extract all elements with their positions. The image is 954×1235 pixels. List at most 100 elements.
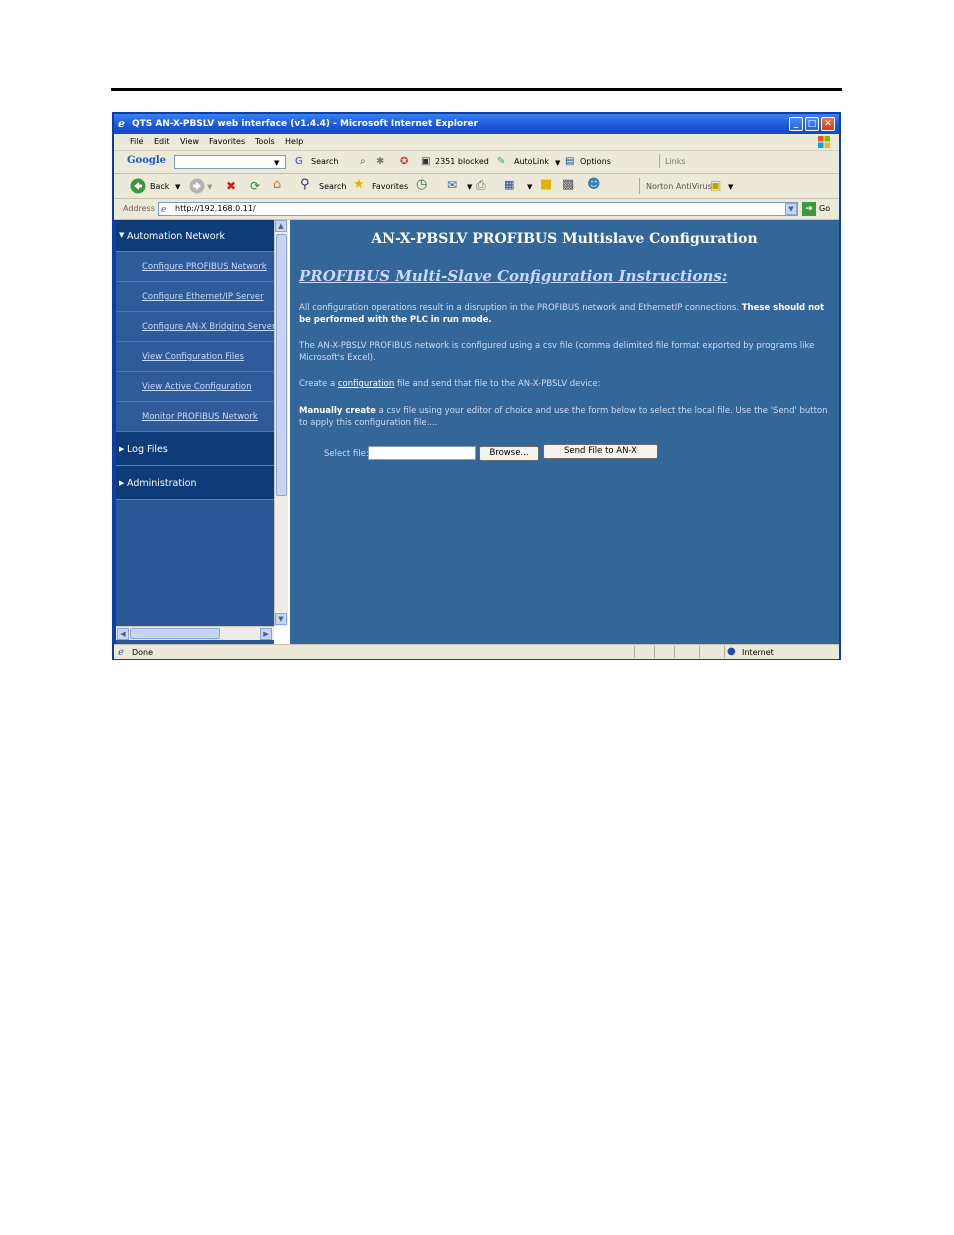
title-bar[interactable]: ℯ QTS AN-X-PBSLV web interface (v1.4.4) … [114,114,839,134]
menu-file[interactable]: File [130,137,143,146]
menu-favorites[interactable]: Favorites [209,137,245,146]
blocked-count[interactable]: 2351 blocked [435,157,489,166]
popup-blocker-icon: ✪ [400,156,409,167]
configuration-link[interactable]: configuration [338,379,394,389]
google-logo[interactable]: Google [127,155,166,166]
mail-icon[interactable]: ✉ [447,178,457,192]
close-button[interactable]: ✕ [821,117,835,131]
status-separator [699,646,700,658]
chevron-down-icon[interactable]: ▼ [527,180,532,194]
sidebar-item-configure-ethernetip[interactable]: Configure Ethernet/IP Server [116,282,274,312]
paragraph-warning: All configuration operations result in a… [299,302,833,326]
google-search-button[interactable]: Search [311,157,338,166]
scroll-left-icon[interactable]: ◀ [117,628,129,640]
norton-icon[interactable]: ▣ [710,178,721,192]
sidebar-item-label[interactable]: Monitor PROFIBUS Network [142,412,274,422]
sidebar-vertical-scrollbar[interactable]: ▲ ▼ [274,220,288,626]
messenger-icon[interactable]: ☻ [587,178,601,192]
sidebar-item-configure-bridging[interactable]: Configure AN-X Bridging Server [116,312,274,342]
page-icon: ℯ [118,647,124,658]
page-title: AN-X-PBSLV PROFIBUS Multislave Configura… [371,231,758,247]
window-title: QTS AN-X-PBSLV web interface (v1.4.4) - … [132,119,479,129]
sidebar-horizontal-scrollbar[interactable]: ◀ ▶ [116,626,274,640]
sidebar-item-label[interactable]: Configure AN-X Bridging Server [142,322,274,332]
print-icon[interactable]: ⎙ [476,178,486,192]
options-icon: ▤ [565,156,575,167]
triangle-down-icon: ▼ [119,231,125,239]
windows-logo-icon [818,136,830,148]
menu-tools[interactable]: Tools [255,137,275,146]
file-path-input[interactable] [368,446,476,460]
sidebar-item-label[interactable]: View Configuration Files [142,352,274,362]
manual-text: a csv file using your editor of choice a… [299,406,828,428]
scroll-right-icon[interactable]: ▶ [260,628,272,640]
triangle-right-icon: ▶ [119,479,125,487]
instructions-heading[interactable]: PROFIBUS Multi-Slave Configuration Instr… [299,267,727,285]
google-g-icon: G [295,156,303,167]
note-icon[interactable]: ■ [540,178,552,192]
back-button[interactable]: Back [150,182,169,191]
select-file-label: Select file: [324,449,369,459]
chevron-down-icon[interactable]: ▼ [728,180,733,194]
sidebar: ▼ Automation Network Configure PROFIBUS … [116,220,274,644]
sidebar-item-label[interactable]: View Active Configuration [142,382,274,392]
go-button[interactable]: Go [819,204,830,213]
menu-help[interactable]: Help [285,137,303,146]
forward-arrow-icon[interactable] [189,178,205,194]
sidebar-item-configure-profibus[interactable]: Configure PROFIBUS Network [116,252,274,282]
history-icon[interactable]: ◷ [416,178,427,192]
address-dropdown-chevron-icon[interactable]: ▼ [785,203,797,215]
chevron-down-icon[interactable]: ▼ [555,156,560,170]
send-file-button[interactable]: Send File to AN-X [543,444,658,459]
minimize-button[interactable]: _ [789,117,803,131]
sidebar-section-automation-network[interactable]: ▼ Automation Network [116,220,274,252]
browse-button[interactable]: Browse... [479,446,539,461]
scroll-down-icon[interactable]: ▼ [275,613,287,625]
magnifier-icon[interactable]: ⌕ [360,155,366,169]
stop-icon[interactable]: ✖ [226,179,236,193]
sidebar-item-view-active-config[interactable]: View Active Configuration [116,372,274,402]
sidebar-empty-area [116,500,274,644]
autolink-icon: ✎ [497,156,506,167]
address-input[interactable]: ℯ http://192.168.0.11/ [158,202,798,216]
research-icon[interactable]: ▩ [562,178,574,192]
favorites-button[interactable]: Favorites [372,182,408,191]
options-button[interactable]: Options [580,157,611,166]
chevron-down-icon[interactable]: ▼ [274,156,279,170]
menu-bar: File Edit View Favorites Tools Help [114,134,839,151]
chevron-down-icon[interactable]: ▼ [467,180,472,194]
norton-label[interactable]: Norton AntiVirus [646,182,712,191]
warning-text: All configuration operations result in a… [299,303,742,313]
scroll-up-icon[interactable]: ▲ [275,220,287,232]
settings-icon[interactable]: ✱ [376,155,384,169]
favorites-star-icon[interactable]: ★ [353,178,365,192]
scroll-thumb[interactable] [276,234,287,496]
sidebar-section-administration[interactable]: ▶ Administration [116,466,274,500]
paragraph-create: Create a configuration file and send tha… [299,378,833,390]
status-bar: ℯ Done ● Internet [114,644,839,659]
toolbar-separator [639,178,640,194]
sidebar-item-view-config-files[interactable]: View Configuration Files [116,342,274,372]
menu-edit[interactable]: Edit [154,137,170,146]
go-arrow-icon[interactable]: ➜ [802,202,816,216]
sidebar-item-label[interactable]: Configure Ethernet/IP Server [142,292,274,302]
chevron-down-icon[interactable]: ▼ [175,180,180,194]
sidebar-section-log-files[interactable]: ▶ Log Files [116,432,274,466]
refresh-icon[interactable]: ⟳ [250,179,260,193]
home-icon[interactable]: ⌂ [273,178,281,192]
menu-view[interactable]: View [180,137,199,146]
links-label[interactable]: Links [665,157,686,166]
main-content: AN-X-PBSLV PROFIBUS Multislave Configura… [290,220,839,644]
sidebar-item-label[interactable]: Configure PROFIBUS Network [142,262,274,272]
chevron-down-icon[interactable]: ▼ [207,180,212,194]
back-arrow-icon[interactable] [130,178,146,194]
scroll-thumb[interactable] [130,628,220,639]
google-search-input[interactable] [174,155,286,169]
search-button[interactable]: Search [319,182,346,191]
paragraph-csv: The AN-X-PBSLV PROFIBUS network is confi… [299,341,815,363]
maximize-button[interactable]: □ [805,117,819,131]
search-icon[interactable]: ⚲ [300,178,310,192]
sidebar-item-monitor-profibus[interactable]: Monitor PROFIBUS Network [116,402,274,432]
autolink-button[interactable]: AutoLink [514,157,549,166]
edit-word-icon[interactable]: ▦ [504,178,514,192]
